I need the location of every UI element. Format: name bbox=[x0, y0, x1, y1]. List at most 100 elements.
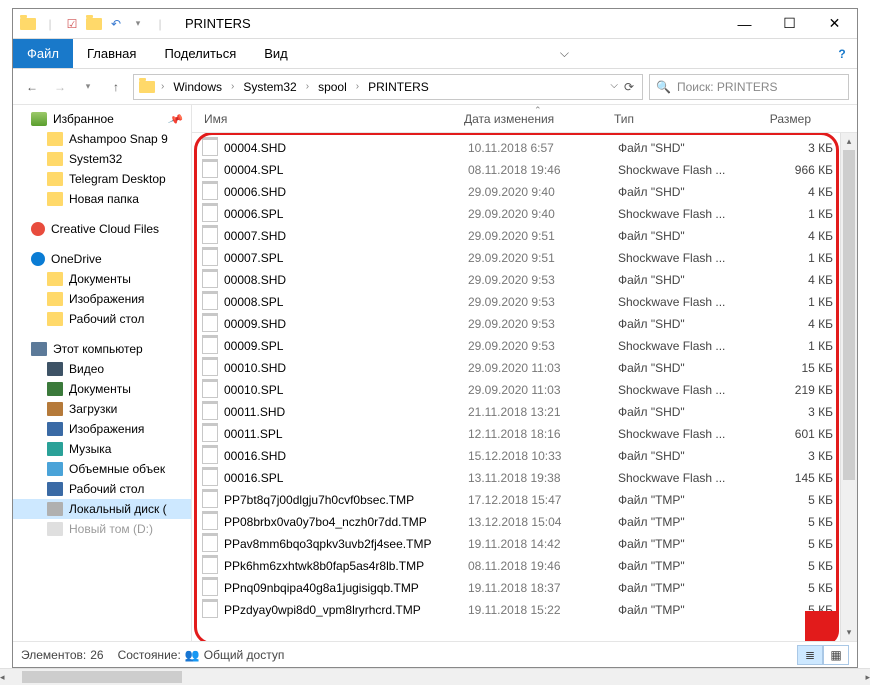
file-row[interactable]: 00008.SPL29.09.2020 9:53Shockwave Flash … bbox=[202, 291, 833, 313]
nav-item[interactable]: Загрузки bbox=[13, 399, 191, 419]
crumb-0[interactable]: Windows bbox=[169, 79, 226, 95]
titlebar: | ☑ ↶ ▾ | PRINTERS — ☐ ✕ bbox=[13, 9, 857, 39]
newfolder-icon[interactable] bbox=[85, 15, 103, 33]
status-count-label: Элементов: bbox=[21, 648, 86, 662]
nav-item[interactable]: Документы bbox=[13, 379, 191, 399]
minimize-button[interactable]: — bbox=[722, 9, 767, 39]
nav-item[interactable]: Изображения bbox=[13, 289, 191, 309]
file-row[interactable]: 00009.SPL29.09.2020 9:53Shockwave Flash … bbox=[202, 335, 833, 357]
nav-item[interactable]: Изображения bbox=[13, 419, 191, 439]
file-row[interactable]: PPzdyay0wpi8d0_vpm8lryrhcrd.TMP19.11.201… bbox=[202, 599, 833, 621]
file-type: Shockwave Flash ... bbox=[618, 207, 763, 221]
nav-disk-c[interactable]: Локальный диск ( bbox=[13, 499, 191, 519]
qat-menu-icon[interactable]: ▾ bbox=[129, 15, 147, 33]
nav-favorites[interactable]: Избранное📌 bbox=[13, 109, 191, 129]
crumb-1[interactable]: System32 bbox=[239, 79, 300, 95]
search-input[interactable]: 🔍 Поиск: PRINTERS bbox=[649, 74, 849, 100]
view-details-button[interactable]: ≣ bbox=[797, 645, 823, 665]
close-button[interactable]: ✕ bbox=[812, 9, 857, 39]
file-row[interactable]: 00004.SPL08.11.2018 19:46Shockwave Flash… bbox=[202, 159, 833, 181]
chevron-right-icon[interactable]: › bbox=[160, 81, 165, 92]
file-row[interactable]: PP08brbx0va0y7bo4_nczh0r7dd.TMP13.12.201… bbox=[202, 511, 833, 533]
nav-item[interactable]: Рабочий стол bbox=[13, 479, 191, 499]
file-row[interactable]: 00007.SHD29.09.2020 9:51Файл "SHD"4 КБ bbox=[202, 225, 833, 247]
tab-view[interactable]: Вид bbox=[250, 39, 302, 68]
tab-file[interactable]: Файл bbox=[13, 39, 73, 68]
file-row[interactable]: 00016.SHD15.12.2018 10:33Файл "SHD"3 КБ bbox=[202, 445, 833, 467]
col-date[interactable]: Дата изменения bbox=[452, 112, 602, 126]
file-icon bbox=[202, 250, 218, 266]
up-button[interactable]: ↑ bbox=[105, 76, 127, 98]
nav-thispc[interactable]: Этот компьютер bbox=[13, 339, 191, 359]
back-button[interactable]: ← bbox=[21, 76, 43, 98]
tab-home[interactable]: Главная bbox=[73, 39, 150, 68]
file-row[interactable]: 00008.SHD29.09.2020 9:53Файл "SHD"4 КБ bbox=[202, 269, 833, 291]
scrollbar-vertical[interactable]: ▴ ▾ bbox=[840, 133, 857, 641]
col-type[interactable]: Тип bbox=[602, 112, 747, 126]
file-row[interactable]: 00007.SPL29.09.2020 9:51Shockwave Flash … bbox=[202, 247, 833, 269]
file-row[interactable]: 00016.SPL13.11.2018 19:38Shockwave Flash… bbox=[202, 467, 833, 489]
addr-dropdown-icon[interactable]: ⌵ bbox=[610, 80, 618, 94]
nav-item[interactable]: Документы bbox=[13, 269, 191, 289]
file-row[interactable]: PPnq09nbqipa40g8a1jugisigqb.TMP19.11.201… bbox=[202, 577, 833, 599]
help-icon[interactable]: ? bbox=[827, 39, 857, 68]
pin-icon: 📌 bbox=[167, 111, 184, 128]
file-row[interactable]: 00004.SHD10.11.2018 6:57Файл "SHD"3 КБ bbox=[202, 137, 833, 159]
nav-item[interactable]: Рабочий стол bbox=[13, 309, 191, 329]
file-icon bbox=[202, 404, 218, 420]
nav-disk-d[interactable]: Новый том (D:) bbox=[13, 519, 191, 539]
chevron-right-icon[interactable]: › bbox=[355, 81, 360, 92]
nav-item[interactable]: Новая папка bbox=[13, 189, 191, 209]
file-date: 29.09.2020 11:03 bbox=[468, 383, 618, 397]
forward-button[interactable]: → bbox=[49, 76, 71, 98]
col-size[interactable]: Размер bbox=[747, 112, 817, 126]
nav-item[interactable]: Ashampoo Snap 9 bbox=[13, 129, 191, 149]
file-date: 17.12.2018 15:47 bbox=[468, 493, 618, 507]
chevron-right-icon[interactable]: › bbox=[305, 81, 310, 92]
file-row[interactable]: 00009.SHD29.09.2020 9:53Файл "SHD"4 КБ bbox=[202, 313, 833, 335]
file-row[interactable]: 00006.SHD29.09.2020 9:40Файл "SHD"4 КБ bbox=[202, 181, 833, 203]
file-name: 00016.SHD bbox=[224, 449, 468, 463]
undo-icon[interactable]: ↶ bbox=[107, 15, 125, 33]
ribbon-expand-icon[interactable]: ⌵ bbox=[552, 39, 576, 68]
file-row[interactable]: 00011.SHD21.11.2018 13:21Файл "SHD"3 КБ bbox=[202, 401, 833, 423]
file-row[interactable]: PP7bt8q7j00dlgju7h0cvf0bsec.TMP17.12.201… bbox=[202, 489, 833, 511]
view-icons-button[interactable]: ▦ bbox=[823, 645, 849, 665]
maximize-button[interactable]: ☐ bbox=[767, 9, 812, 39]
crumb-3[interactable]: PRINTERS bbox=[364, 79, 433, 95]
nav-item[interactable]: Объемные объек bbox=[13, 459, 191, 479]
nav-item[interactable]: Telegram Desktop bbox=[13, 169, 191, 189]
col-name[interactable]: Имя bbox=[192, 112, 452, 126]
nav-pane[interactable]: Избранное📌 Ashampoo Snap 9 System32 Tele… bbox=[13, 105, 192, 641]
file-type: Файл "SHD" bbox=[618, 361, 763, 375]
scroll-up-icon[interactable]: ▴ bbox=[841, 133, 857, 150]
file-name: 00008.SHD bbox=[224, 273, 468, 287]
tab-share[interactable]: Поделиться bbox=[150, 39, 250, 68]
breadcrumb-bar[interactable]: › Windows › System32 › spool › PRINTERS … bbox=[133, 74, 643, 100]
file-size: 5 КБ bbox=[763, 515, 833, 529]
properties-icon[interactable]: ☑ bbox=[63, 15, 81, 33]
refresh-icon[interactable]: ⟳ bbox=[624, 80, 634, 94]
crumb-2[interactable]: spool bbox=[314, 79, 351, 95]
search-icon: 🔍 bbox=[656, 80, 671, 94]
nav-item[interactable]: System32 bbox=[13, 149, 191, 169]
nav-item[interactable]: Музыка bbox=[13, 439, 191, 459]
nav-item[interactable]: Видео bbox=[13, 359, 191, 379]
qat-sep: | bbox=[41, 15, 59, 33]
file-row[interactable]: 00006.SPL29.09.2020 9:40Shockwave Flash … bbox=[202, 203, 833, 225]
chevron-right-icon[interactable]: › bbox=[230, 81, 235, 92]
scroll-thumb[interactable] bbox=[843, 150, 855, 480]
file-icon bbox=[202, 294, 218, 310]
file-type: Shockwave Flash ... bbox=[618, 471, 763, 485]
file-size: 4 КБ bbox=[763, 273, 833, 287]
file-row[interactable]: PPk6hm6zxhtwk8b0fap5as4r8lb.TMP08.11.201… bbox=[202, 555, 833, 577]
file-row[interactable]: 00010.SHD29.09.2020 11:03Файл "SHD"15 КБ bbox=[202, 357, 833, 379]
file-row[interactable]: 00011.SPL12.11.2018 18:16Shockwave Flash… bbox=[202, 423, 833, 445]
recent-button[interactable]: ▾ bbox=[77, 76, 99, 98]
scroll-down-icon[interactable]: ▾ bbox=[841, 624, 857, 641]
nav-onedrive[interactable]: OneDrive bbox=[13, 249, 191, 269]
file-row[interactable]: 00010.SPL29.09.2020 11:03Shockwave Flash… bbox=[202, 379, 833, 401]
nav-cc[interactable]: Creative Cloud Files bbox=[13, 219, 191, 239]
file-row[interactable]: PPav8mm6bqo3qpkv3uvb2fj4see.TMP19.11.201… bbox=[202, 533, 833, 555]
folder-icon bbox=[19, 15, 37, 33]
